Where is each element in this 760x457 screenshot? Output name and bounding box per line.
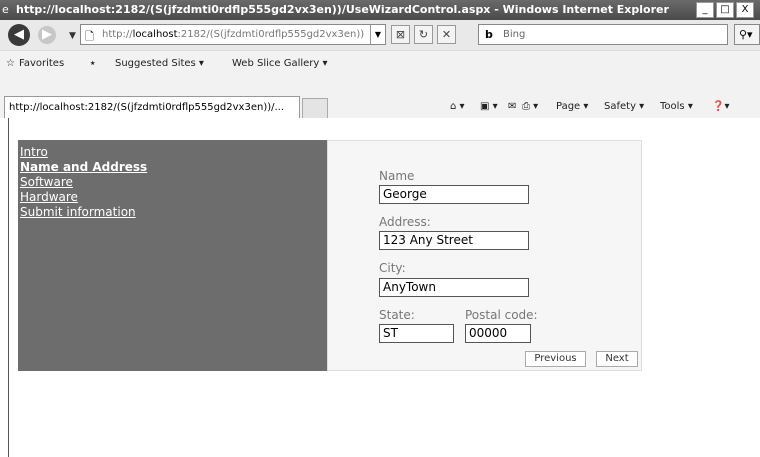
feeds-icon[interactable]: ▣ ▾ (480, 101, 498, 112)
ie-icon: e (2, 3, 9, 16)
wizard-step-panel: Name George Address: 123 Any Street City… (327, 140, 642, 371)
navigation-bar: ◀ ▶ ▼ 🗋 http://localhost:2182/(S(jfzdmti… (0, 20, 760, 50)
city-field[interactable]: AnyTown (379, 278, 529, 297)
address-bar[interactable]: 🗋 http://localhost:2182/(S(jfzdmti0rdflp… (80, 24, 386, 45)
compatibility-view-icon[interactable]: ⊠ (391, 25, 410, 44)
postal-code-field[interactable]: 00000 (465, 324, 531, 343)
postal-code-label: Postal code: (465, 308, 538, 322)
search-box[interactable]: b Bing (478, 24, 728, 45)
step-name-address-link[interactable]: Name and Address (20, 160, 327, 175)
forward-button[interactable]: ▶ (38, 26, 56, 44)
wizard-sidebar: Intro Name and Address Software Hardware… (18, 140, 327, 371)
home-icon[interactable]: ⌂ ▾ (450, 101, 465, 112)
suggested-sites-link[interactable]: Suggested Sites ▾ (115, 58, 204, 69)
tab-title: http://localhost:2182/(S(jfzdmti0rdflp55… (9, 102, 285, 113)
minimize-button[interactable]: _ (696, 2, 714, 18)
name-label: Name (379, 169, 415, 183)
new-tab-button[interactable] (302, 98, 328, 118)
stop-icon[interactable]: ✕ (437, 25, 456, 44)
close-button[interactable]: X (736, 2, 754, 18)
mail-icon[interactable]: ✉ (508, 101, 516, 112)
page-icon: 🗋 (85, 30, 94, 43)
window-controls: _ □ X (696, 2, 754, 18)
search-icon[interactable]: ⚲▾ (734, 24, 760, 45)
window-title: http://localhost:2182/(S(jfzdmti0rdflp55… (16, 3, 669, 16)
tab-bar: http://localhost:2182/(S(jfzdmti0rdflp55… (0, 76, 760, 119)
previous-button[interactable]: Previous (525, 351, 586, 367)
next-button[interactable]: Next (596, 351, 638, 367)
web-slice-gallery-link[interactable]: Web Slice Gallery ▾ (232, 58, 328, 69)
step-intro-link[interactable]: Intro (20, 145, 327, 160)
bing-icon: b (485, 28, 493, 41)
safety-menu[interactable]: Safety ▾ (604, 101, 644, 112)
page-menu[interactable]: Page ▾ (556, 101, 588, 112)
page-content: Intro Name and Address Software Hardware… (0, 118, 760, 457)
address-field[interactable]: 123 Any Street (379, 231, 529, 250)
refresh-icon[interactable]: ↻ (414, 25, 433, 44)
recent-pages-dropdown[interactable]: ▼ (69, 31, 76, 41)
favorites-star-icon[interactable]: ☆ (6, 58, 15, 69)
help-icon[interactable]: ❓▾ (712, 101, 729, 112)
active-tab[interactable]: http://localhost:2182/(S(jfzdmti0rdflp55… (4, 96, 300, 118)
add-favorites-icon[interactable]: ⭑ (90, 58, 95, 69)
window-title-bar: e http://localhost:2182/(S(jfzdmti0rdflp… (0, 0, 760, 20)
city-label: City: (379, 261, 406, 275)
tools-menu[interactable]: Tools ▾ (660, 101, 693, 112)
address-dropdown[interactable]: ▼ (370, 25, 385, 44)
step-submit-link[interactable]: Submit information (20, 205, 327, 220)
name-field[interactable]: George (379, 185, 529, 204)
state-field[interactable]: ST (379, 324, 454, 343)
state-label: State: (379, 308, 415, 322)
favorites-button[interactable]: Favorites (19, 58, 64, 69)
search-placeholder: Bing (503, 29, 526, 40)
back-button[interactable]: ◀ (8, 24, 30, 46)
address-url[interactable]: http://localhost:2182/(S(jfzdmti0rdflp55… (102, 29, 364, 40)
print-icon[interactable]: ⎙ ▾ (522, 101, 538, 112)
address-label: Address: (379, 215, 431, 229)
step-hardware-link[interactable]: Hardware (20, 190, 327, 205)
step-software-link[interactable]: Software (20, 175, 327, 190)
favorites-bar: ☆ Favorites ⭑ Suggested Sites ▾ Web Slic… (0, 50, 760, 77)
frame-border (8, 118, 9, 457)
maximize-button[interactable]: □ (716, 2, 734, 18)
